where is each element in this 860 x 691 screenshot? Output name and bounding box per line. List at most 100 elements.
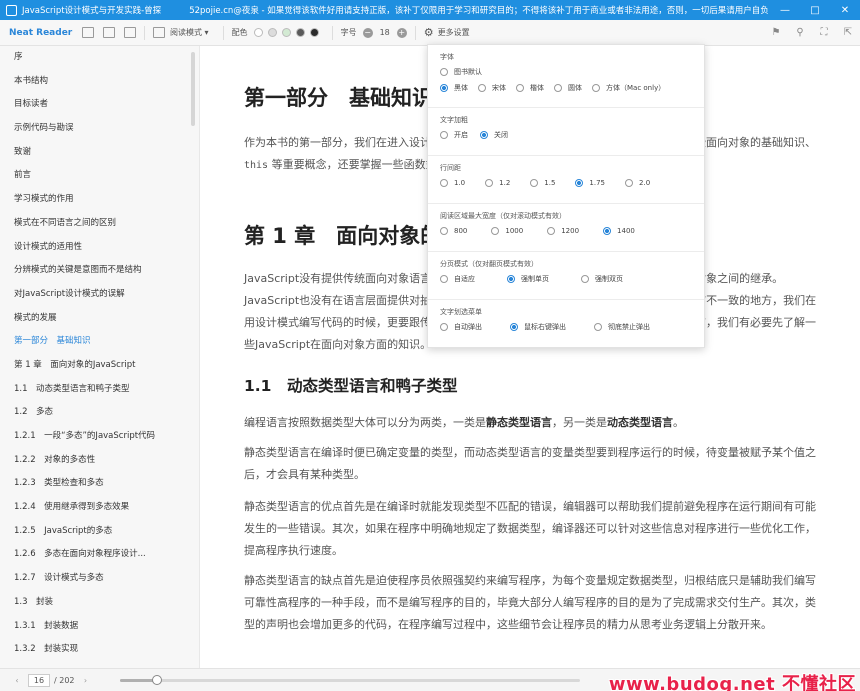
sidebar-scrollbar[interactable] [191, 52, 195, 126]
page-number-input[interactable]: 16 [28, 673, 50, 687]
reading-mode-dropdown[interactable]: 阅读模式 ▾ [170, 27, 209, 38]
toc-item[interactable]: 1.3 封装 [0, 591, 185, 615]
color-swatch-white[interactable] [253, 28, 263, 37]
radio-option[interactable]: 彻底禁止弹出 [594, 322, 650, 332]
more-settings-button[interactable]: 更多设置 [438, 27, 470, 38]
minimize-icon[interactable]: — [770, 0, 800, 20]
radio-button[interactable] [440, 227, 448, 235]
toc-item[interactable]: 1.3.2 封装实现 [0, 638, 185, 662]
close-icon[interactable]: ✕ [830, 0, 860, 20]
toc-item[interactable]: 分辨模式的关键是意图而不是结构 [0, 259, 185, 283]
radio-option[interactable]: 强制单页 [507, 274, 549, 284]
radio-button[interactable] [507, 275, 515, 283]
toc-item[interactable]: 1.2.5 JavaScript的多态 [0, 520, 185, 544]
color-swatch-gray[interactable] [267, 28, 277, 37]
reading-mode-icon[interactable] [153, 27, 165, 38]
radio-option[interactable]: 关闭 [480, 130, 508, 140]
radio-option[interactable]: 1.5 [530, 179, 555, 187]
toc-item[interactable]: 示例代码与勘误 [0, 117, 185, 141]
radio-button[interactable] [575, 179, 584, 187]
radio-option[interactable]: 800 [440, 227, 467, 235]
radio-option[interactable]: 黑体 [440, 83, 468, 93]
radio-option[interactable]: 方体（Mac only） [592, 83, 665, 93]
toc-item[interactable]: 1.3.1 封装数据 [0, 615, 185, 639]
toc-item[interactable]: 第一部分 基础知识 [0, 330, 185, 354]
progress-knob[interactable] [151, 675, 162, 685]
radio-button[interactable] [510, 323, 518, 331]
radio-option[interactable]: 1.75 [575, 179, 605, 187]
toc-item[interactable]: 对JavaScript设计模式的误解 [0, 283, 185, 307]
radio-button[interactable] [440, 131, 448, 139]
toc-item[interactable]: 前言 [0, 164, 185, 188]
prev-page-icon[interactable]: ‹ [10, 676, 24, 685]
radio-option[interactable]: 1.0 [440, 179, 465, 187]
color-swatch-green[interactable] [281, 28, 291, 37]
toc-item[interactable]: 1.2 多态 [0, 401, 185, 425]
radio-button[interactable] [581, 275, 589, 283]
radio-option[interactable]: 圆体 [554, 83, 582, 93]
radio-option[interactable]: 自动弹出 [440, 322, 482, 332]
library-icon[interactable] [82, 27, 94, 38]
radio-button[interactable] [440, 179, 448, 187]
bookmark-icon[interactable]: ⚑ [764, 27, 788, 38]
toc-item[interactable]: 1.2.1 一段“多态”的JavaScript代码 [0, 425, 185, 449]
search-icon[interactable]: ⚲ [788, 27, 812, 38]
radio-button[interactable] [603, 227, 612, 235]
next-page-icon[interactable]: › [79, 676, 93, 685]
color-swatch-black[interactable] [309, 28, 319, 37]
radio-option[interactable]: 自适应 [440, 274, 475, 284]
toc-item[interactable]: 本书结构 [0, 70, 185, 94]
radio-option[interactable]: 1.2 [485, 179, 510, 187]
radio-option[interactable]: 宋体 [478, 83, 506, 93]
radio-button[interactable] [440, 68, 448, 76]
radio-button[interactable] [530, 179, 539, 187]
radio-button[interactable] [594, 323, 602, 331]
toc-item[interactable]: 目标读者 [0, 93, 185, 117]
radio-option[interactable]: 图书默认 [440, 67, 482, 77]
toc-item[interactable]: 模式在不同语言之间的区别 [0, 212, 185, 236]
font-increase-button[interactable]: + [396, 27, 407, 38]
radio-option[interactable]: 楷体 [516, 83, 544, 93]
radio-option[interactable]: 强制双页 [581, 274, 623, 284]
radio-button[interactable] [478, 84, 486, 92]
radio-option[interactable]: 1400 [603, 227, 635, 235]
toc-item[interactable]: 1.2.3 类型检查和多态 [0, 472, 185, 496]
collapse-icon[interactable]: ⇱ [836, 27, 860, 38]
radio-option[interactable]: 1000 [491, 227, 523, 235]
radio-option[interactable]: 开启 [440, 130, 468, 140]
maximize-icon[interactable]: □ [800, 0, 830, 20]
toc-item[interactable]: 1.2.4 使用继承得到多态效果 [0, 496, 185, 520]
toc-item[interactable]: 第 1 章 面向对象的JavaScript [0, 354, 185, 378]
toc-item[interactable]: 学习模式的作用 [0, 188, 185, 212]
radio-button[interactable] [485, 179, 494, 187]
toc-item[interactable]: 序 [0, 46, 185, 70]
radio-button[interactable] [480, 131, 488, 139]
gear-icon[interactable]: ⚙ [424, 26, 434, 39]
font-decrease-button[interactable]: − [362, 27, 373, 38]
radio-button[interactable] [440, 323, 448, 331]
toc-item[interactable]: 模式的发展 [0, 307, 185, 331]
radio-option[interactable]: 鼠标右键弹出 [510, 322, 566, 332]
radio-button[interactable] [554, 84, 562, 92]
radio-button[interactable] [592, 84, 600, 92]
toc-item[interactable]: 1.2.7 设计模式与多态 [0, 567, 185, 591]
radio-option[interactable]: 2.0 [625, 179, 650, 187]
progress-slider[interactable] [120, 675, 580, 685]
color-swatch-dark[interactable] [295, 28, 305, 37]
app-icon [6, 4, 17, 16]
radio-option[interactable]: 1200 [547, 227, 579, 235]
radio-button[interactable] [440, 84, 448, 92]
fullscreen-icon[interactable]: ⛶ [812, 27, 836, 38]
radio-button[interactable] [440, 275, 448, 283]
notes-icon[interactable] [124, 27, 136, 38]
radio-button[interactable] [516, 84, 524, 92]
toc-item[interactable]: 1.1 动态类型语言和鸭子类型 [0, 378, 185, 402]
toc-item[interactable]: 致谢 [0, 141, 185, 165]
toc-item[interactable]: 1.2.2 对象的多态性 [0, 449, 185, 473]
radio-button[interactable] [491, 227, 500, 235]
toc-icon[interactable] [103, 27, 115, 38]
toc-item[interactable]: 设计模式的适用性 [0, 236, 185, 260]
toc-item[interactable]: 1.2.6 多态在面向对象程序设计... [0, 543, 185, 567]
radio-button[interactable] [547, 227, 556, 235]
radio-button[interactable] [625, 179, 634, 187]
